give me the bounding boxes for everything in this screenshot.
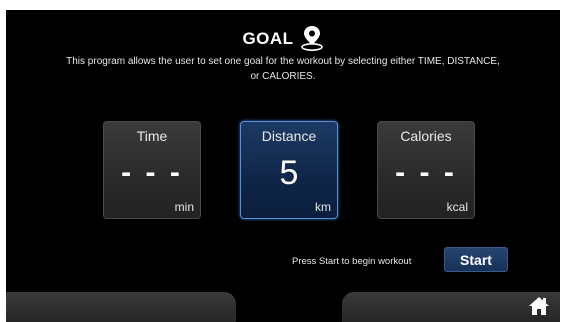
goal-value: - - - <box>395 156 457 189</box>
bottom-bar-right <box>342 292 560 322</box>
goal-unit: km <box>315 200 331 214</box>
goal-unit: min <box>174 200 194 214</box>
goal-card-time[interactable]: Time - - - min <box>103 121 201 219</box>
start-button[interactable]: Start <box>444 247 508 272</box>
goal-label: Distance <box>261 128 317 144</box>
goal-value: 5 <box>279 154 299 192</box>
goal-label: Time <box>136 128 168 144</box>
page-title: GOAL <box>242 29 294 48</box>
program-description: This program allows the user to set one … <box>66 56 500 82</box>
goal-screen: GOAL This program allows the user to set… <box>6 10 560 322</box>
goal-unit: kcal <box>446 200 468 214</box>
goal-card-distance[interactable]: Distance 5 km <box>240 121 338 219</box>
goal-value: - - - <box>121 156 183 189</box>
goal-card-calories[interactable]: Calories - - - kcal <box>377 121 475 219</box>
goal-label: Calories <box>400 128 452 144</box>
home-icon[interactable] <box>528 296 550 321</box>
title-row: GOAL <box>6 24 560 57</box>
location-pin-icon <box>300 24 324 57</box>
start-prompt: Press Start to begin workout <box>292 256 412 267</box>
bottom-bar-left <box>6 292 236 322</box>
